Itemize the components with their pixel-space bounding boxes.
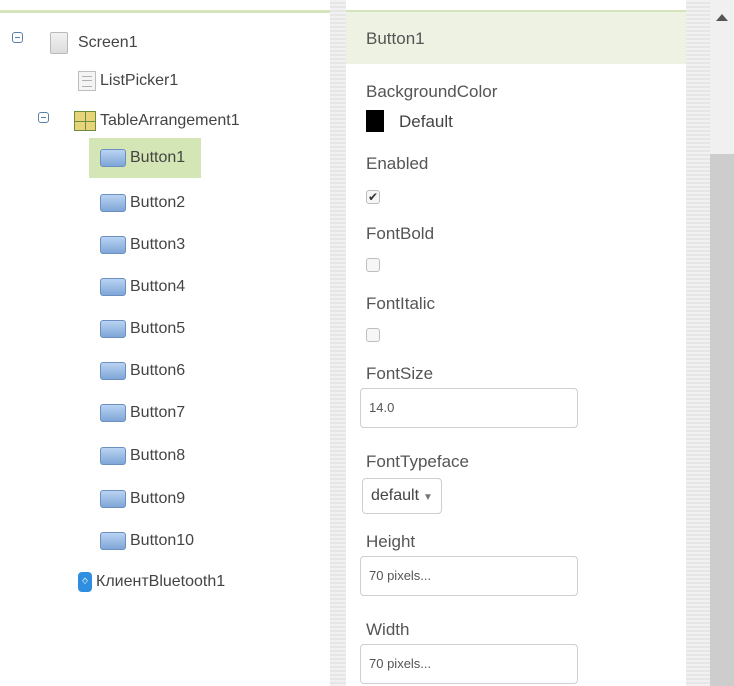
panel-top-accent <box>0 0 330 13</box>
tree-item-button10[interactable]: Button10 <box>100 524 198 558</box>
tree-item-label: Button5 <box>130 320 186 337</box>
button-icon <box>100 149 126 167</box>
tree-item-label: Button9 <box>130 490 186 507</box>
tree-item-listpicker1[interactable]: ListPicker1 <box>78 64 182 98</box>
panel-divider <box>330 0 346 686</box>
tree-item-button5[interactable]: Button5 <box>100 312 189 346</box>
button-icon <box>100 447 126 465</box>
tree-item-button2[interactable]: Button2 <box>100 186 189 220</box>
tree-item-button7[interactable]: Button7 <box>100 396 189 430</box>
tree-item-tablearrangement1[interactable]: TableArrangement1 <box>74 104 244 138</box>
tree-item-button9[interactable]: Button9 <box>100 482 189 516</box>
tree-item-label: Button1 <box>130 149 186 166</box>
screen-icon <box>50 32 68 54</box>
tree-item-label: ListPicker1 <box>100 72 179 89</box>
tree-item-label: Screen1 <box>78 34 138 51</box>
table-arrangement-icon <box>74 111 96 131</box>
fontitalic-label: FontItalic <box>366 294 435 313</box>
panel-divider-right <box>686 0 710 686</box>
tree-item-button8[interactable]: Button8 <box>100 439 189 473</box>
fonttypeface-dropdown[interactable]: default ▼ <box>362 478 442 514</box>
fontitalic-checkbox[interactable] <box>366 328 380 342</box>
button-icon <box>100 362 126 380</box>
width-label: Width <box>366 620 410 639</box>
button-icon <box>100 320 126 338</box>
tree-item-label: Button6 <box>130 362 186 379</box>
button-icon <box>100 236 126 254</box>
tree-item-label: КлиентBluetooth1 <box>96 573 226 590</box>
collapse-toggle-screen[interactable] <box>12 32 23 43</box>
backgroundcolor-value[interactable]: Default <box>399 112 453 132</box>
tree-item-label: Button3 <box>130 236 186 253</box>
fontsize-label: FontSize <box>366 364 434 383</box>
button-icon <box>100 404 126 422</box>
fontbold-label: FontBold <box>366 224 435 243</box>
tree-item-button4[interactable]: Button4 <box>100 270 189 304</box>
fontbold-checkbox[interactable] <box>366 258 380 272</box>
button-icon <box>100 278 126 296</box>
properties-header: Button1 <box>346 10 686 64</box>
fonttypeface-value: default <box>371 487 420 504</box>
chevron-down-icon: ▼ <box>423 492 433 503</box>
tree-item-button6[interactable]: Button6 <box>100 354 189 388</box>
tree-item-label: Button7 <box>130 404 186 421</box>
backgroundcolor-swatch[interactable] <box>366 110 384 132</box>
height-label: Height <box>366 532 416 551</box>
collapse-toggle-table[interactable] <box>38 112 49 123</box>
tree-item-screen1[interactable]: Screen1 <box>50 26 142 60</box>
height-input[interactable]: 70 pixels... <box>360 556 578 596</box>
fonttypeface-label: FontTypeface <box>366 452 470 471</box>
enabled-label: Enabled <box>366 154 429 173</box>
tree-item-button3[interactable]: Button3 <box>100 228 189 262</box>
tree-item-button1[interactable]: Button1 <box>100 141 189 175</box>
tree-item-label: Button4 <box>130 278 186 295</box>
width-input[interactable]: 70 pixels... <box>360 644 578 684</box>
tree-item-bluetooth-client[interactable]: ᛜ КлиентBluetooth1 <box>78 565 229 599</box>
backgroundcolor-label: BackgroundColor <box>366 82 498 101</box>
tree-item-label: Button2 <box>130 194 186 211</box>
bluetooth-icon: ᛜ <box>78 572 92 592</box>
components-tree-panel: Screen1 ListPicker1 TableArrangement1 Bu… <box>0 0 330 686</box>
fontsize-input[interactable]: 14.0 <box>360 388 578 428</box>
button-icon <box>100 532 126 550</box>
tree-item-label: Button10 <box>130 532 195 549</box>
scroll-up-arrow-icon[interactable] <box>716 14 728 21</box>
tree-item-label: TableArrangement1 <box>100 112 240 129</box>
tree-item-label: Button8 <box>130 447 186 464</box>
listpicker-icon <box>78 71 96 91</box>
properties-panel: Button1 BackgroundColor Default Enabled … <box>346 0 686 686</box>
button-icon <box>100 194 126 212</box>
button-icon <box>100 490 126 508</box>
vertical-scrollbar[interactable] <box>710 0 734 686</box>
enabled-checkbox[interactable]: ✔ <box>366 190 380 204</box>
scrollbar-thumb[interactable] <box>710 154 734 686</box>
